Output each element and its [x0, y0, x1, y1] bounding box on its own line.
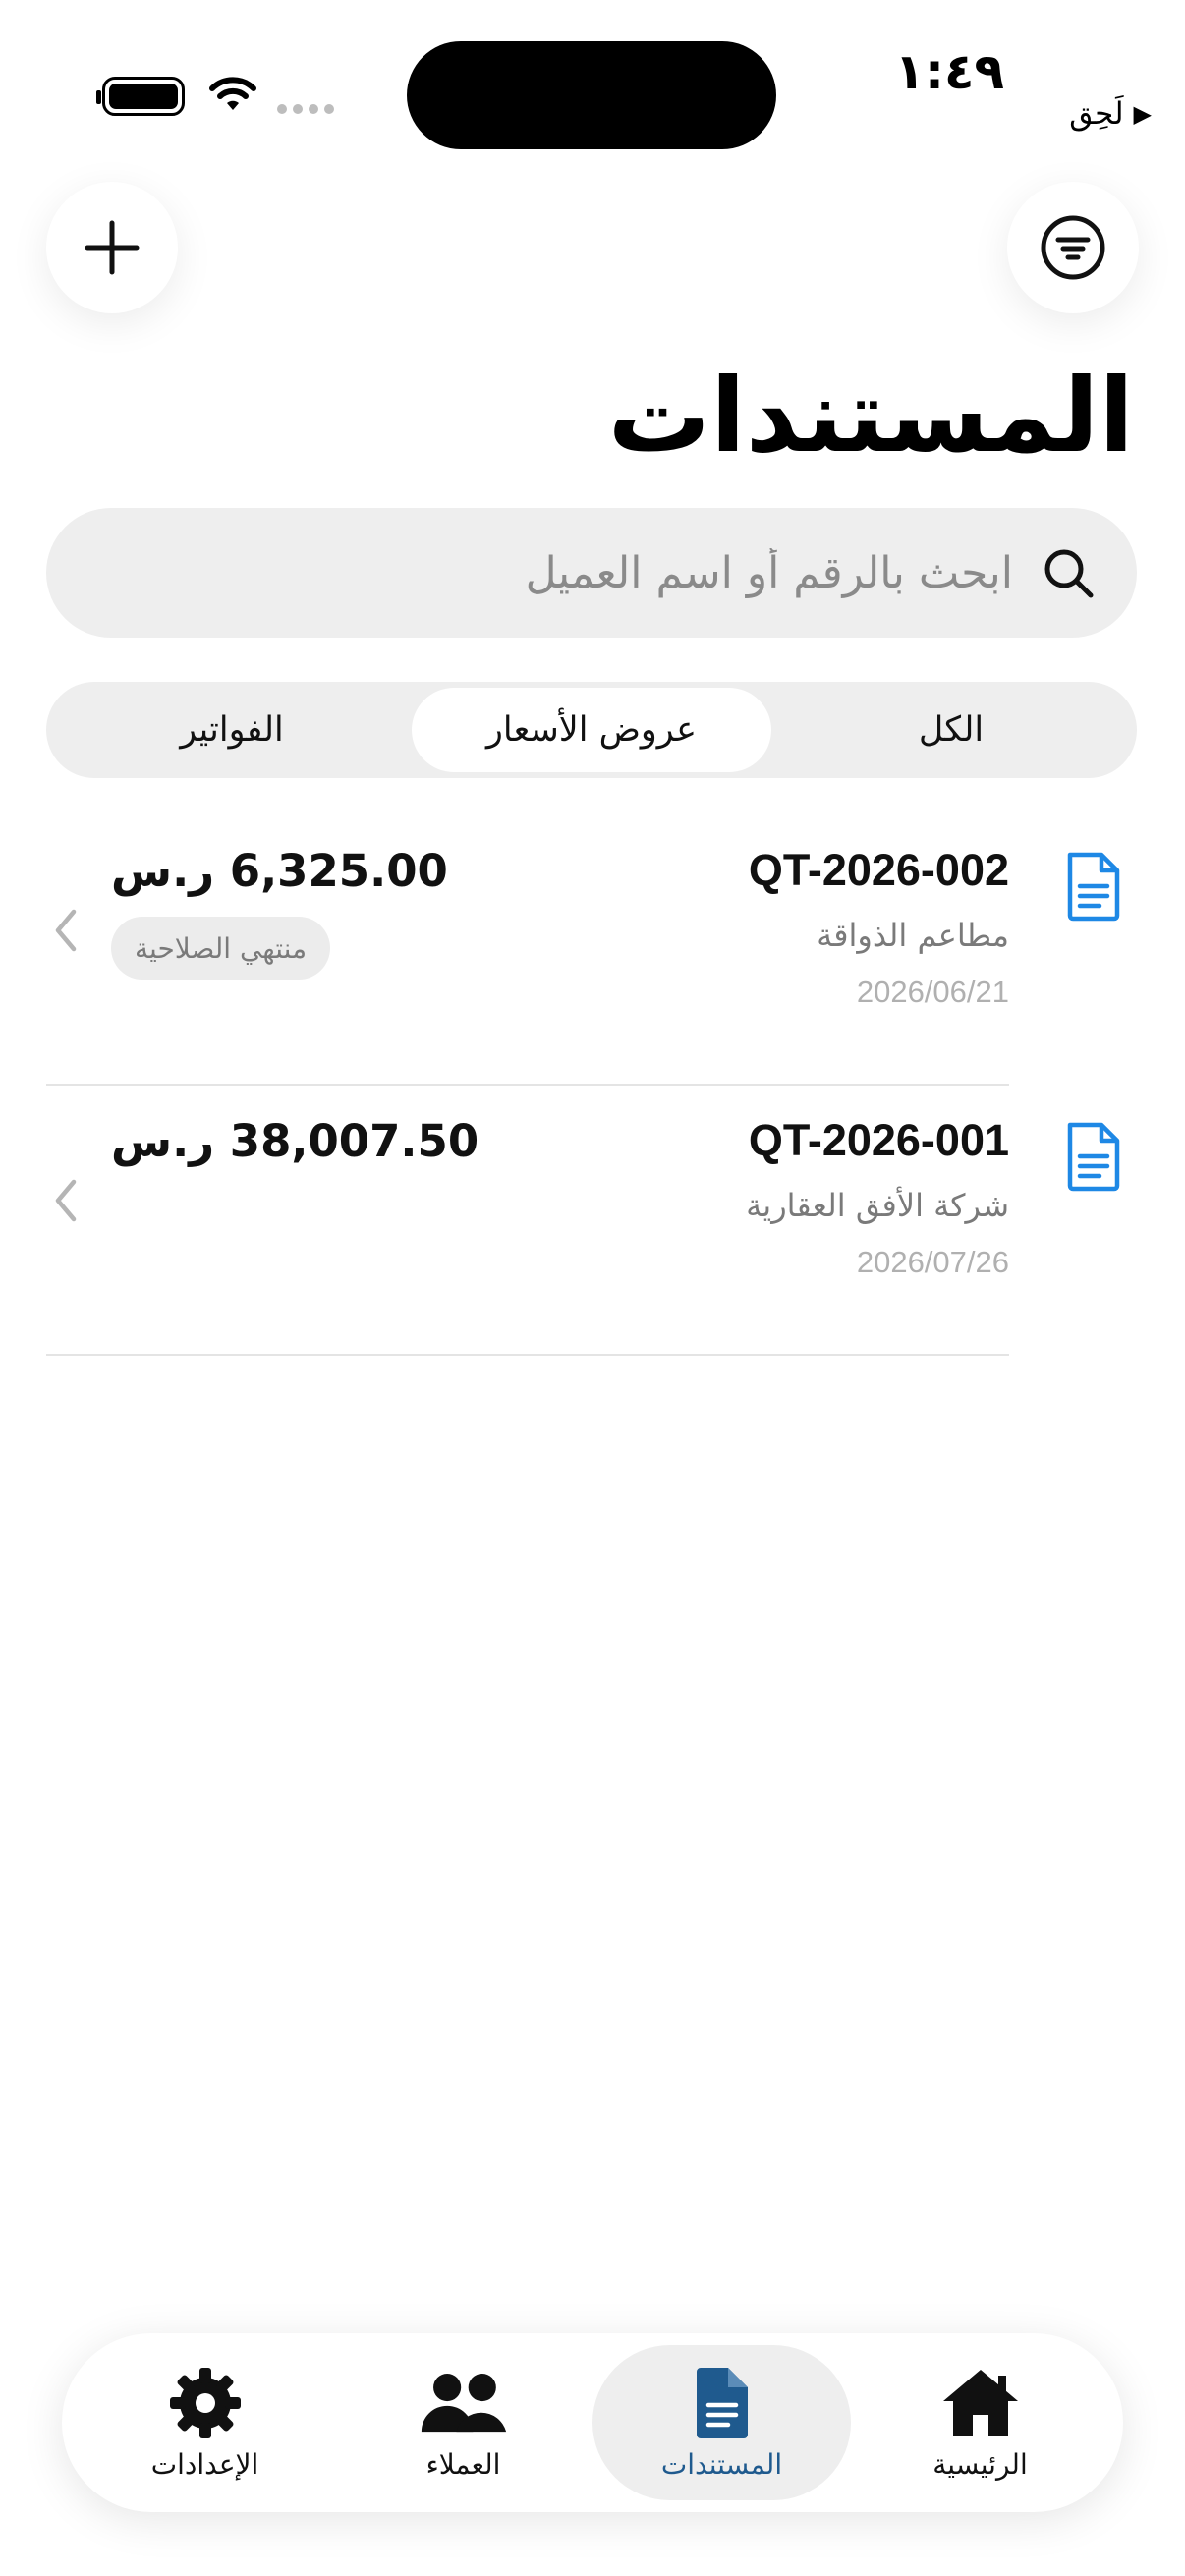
- back-arrow-icon: ▶: [1133, 100, 1152, 128]
- document-icon: [1067, 1122, 1120, 1192]
- filter-icon: [1041, 215, 1105, 280]
- page-title: المستندات: [607, 356, 1134, 476]
- segment-all[interactable]: الكل: [771, 688, 1131, 772]
- segment-quotations[interactable]: عروض الأسعار: [412, 688, 771, 772]
- document-icon: [696, 2367, 748, 2438]
- tab-clients[interactable]: العملاء: [334, 2345, 592, 2500]
- documents-list: QT-2026-002 مطاعم الذواقة 2026/06/21 6,3…: [46, 815, 1137, 1356]
- search-bar[interactable]: [46, 508, 1137, 638]
- tab-settings[interactable]: الإعدادات: [76, 2345, 334, 2500]
- document-number: QT-2026-001: [748, 1115, 1009, 1165]
- status-time: ١:٤٩: [894, 43, 1004, 100]
- battery-icon: [96, 77, 185, 116]
- tab-documents[interactable]: المستندات: [592, 2345, 851, 2500]
- back-app-label: لَحِق: [1069, 96, 1124, 132]
- document-number: QT-2026-002: [748, 845, 1009, 895]
- search-input[interactable]: [129, 547, 1013, 598]
- back-to-app-link[interactable]: ▶ لَحِق: [1069, 96, 1152, 132]
- gear-icon: [169, 2367, 241, 2438]
- home-icon: [942, 2369, 1018, 2436]
- tab-documents-label: المستندات: [660, 2447, 783, 2481]
- list-item[interactable]: QT-2026-001 شركة الأفق العقارية 2026/07/…: [46, 1086, 1137, 1356]
- cellular-signal-icon: [277, 104, 334, 114]
- status-badge: منتهي الصلاحية: [111, 917, 331, 980]
- client-name: مطاعم الذواقة: [817, 917, 1009, 954]
- tab-bar: الرئيسية المستندات العملاء الإعدادات: [62, 2333, 1123, 2512]
- add-document-button[interactable]: [46, 182, 178, 313]
- plus-icon: [85, 220, 140, 275]
- segment-invoices[interactable]: الفواتير: [52, 688, 412, 772]
- divider: [46, 1354, 1009, 1356]
- tab-settings-label: الإعدادات: [150, 2447, 259, 2481]
- tab-clients-label: العملاء: [425, 2447, 501, 2481]
- status-bar: ١:٤٩ ▶ لَحِق: [0, 0, 1185, 149]
- document-date: 2026/07/26: [856, 1245, 1009, 1279]
- chevron-left-icon: [55, 1179, 77, 1222]
- document-amount: 6,325.00 ر.س: [111, 845, 448, 897]
- people-icon: [421, 2373, 506, 2432]
- tab-home[interactable]: الرئيسية: [851, 2345, 1109, 2500]
- document-amount: 38,007.50 ر.س: [111, 1115, 480, 1167]
- document-icon: [1067, 852, 1120, 922]
- filter-button[interactable]: [1007, 182, 1139, 313]
- document-date: 2026/06/21: [856, 975, 1009, 1009]
- document-type-segmented-control: الكل عروض الأسعار الفواتير: [46, 682, 1137, 778]
- wifi-icon: [209, 77, 256, 110]
- dynamic-island: [407, 41, 776, 149]
- list-item[interactable]: QT-2026-002 مطاعم الذواقة 2026/06/21 6,3…: [46, 815, 1137, 1086]
- search-icon: [1044, 549, 1094, 598]
- client-name: شركة الأفق العقارية: [746, 1187, 1009, 1224]
- tab-home-label: الرئيسية: [932, 2447, 1028, 2481]
- chevron-left-icon: [55, 909, 77, 952]
